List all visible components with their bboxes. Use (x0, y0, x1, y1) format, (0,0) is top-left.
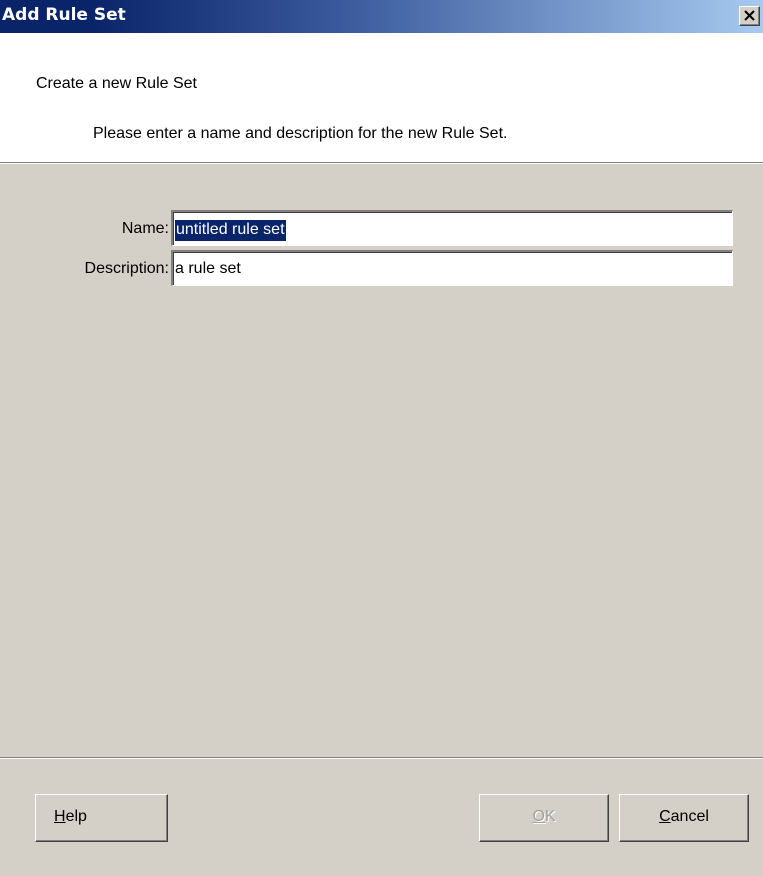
close-icon (744, 10, 755, 21)
close-button[interactable] (739, 6, 760, 26)
help-button[interactable]: Help (35, 794, 168, 842)
ok-button[interactable]: OK (479, 794, 609, 842)
help-mnemonic: H (54, 808, 66, 825)
cancel-rest: ancel (670, 808, 709, 825)
header-panel: Create a new Rule Set Please enter a nam… (0, 33, 763, 163)
header-title: Create a new Rule Set (36, 75, 197, 92)
add-rule-set-dialog: Add Rule Set Create a new Rule Set Pleas… (0, 0, 763, 876)
help-rest: elp (65, 808, 87, 825)
description-field[interactable]: a rule set (171, 250, 733, 286)
name-field-value: untitled rule set (175, 220, 286, 241)
name-label: Name: (121, 220, 169, 237)
footer-divider-highlight (0, 758, 763, 759)
cancel-button-label: Cancel (659, 808, 709, 825)
description-label: Description: (84, 260, 169, 277)
description-field-value: a rule set (175, 260, 241, 277)
ok-rest: K (544, 808, 556, 825)
cancel-button[interactable]: Cancel (619, 794, 749, 842)
ok-button-label: OK (532, 808, 555, 825)
name-field[interactable]: untitled rule set (171, 210, 733, 246)
window-title: Add Rule Set (2, 5, 126, 25)
header-divider (0, 163, 763, 164)
ok-mnemonic: O (532, 808, 545, 825)
cancel-mnemonic: C (659, 808, 671, 825)
help-button-label: Help (54, 795, 87, 839)
title-bar[interactable]: Add Rule Set (0, 0, 763, 33)
header-description: Please enter a name and description for … (93, 125, 508, 142)
